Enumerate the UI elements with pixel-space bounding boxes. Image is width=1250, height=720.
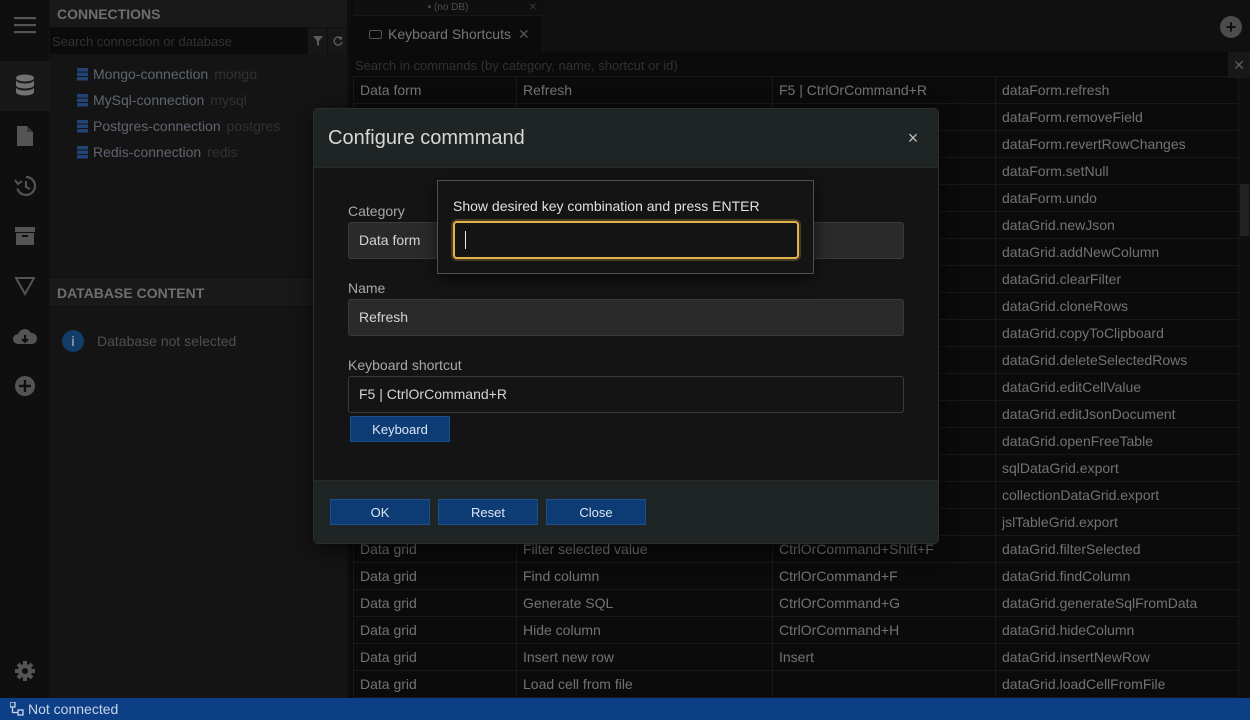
dialog-title: Configure commmand	[328, 126, 525, 149]
key-combination-prompt: Show desired key combination and press E…	[453, 198, 760, 214]
connection-status: Not connected	[28, 701, 119, 717]
reset-button[interactable]: Reset	[438, 499, 538, 525]
ok-button[interactable]: OK	[330, 499, 430, 525]
key-combination-popup: Show desired key combination and press E…	[437, 180, 814, 274]
shortcut-field[interactable]: F5 | CtrlOrCommand+R	[348, 376, 904, 413]
name-field: Refresh	[348, 299, 904, 336]
category-label: Category	[348, 203, 405, 219]
close-icon[interactable]: ×	[902, 128, 924, 149]
close-button[interactable]: Close	[546, 499, 646, 525]
text-caret	[465, 231, 466, 249]
key-combination-input[interactable]	[453, 221, 799, 259]
configure-command-dialog: Configure commmand × Category Data form …	[313, 108, 939, 544]
dialog-header: Configure commmand ×	[314, 109, 938, 168]
name-label: Name	[348, 280, 386, 296]
status-bar: Not connected	[0, 698, 1250, 720]
dialog-footer: OK Reset Close	[314, 480, 938, 543]
keyboard-button[interactable]: Keyboard	[350, 416, 450, 442]
shortcut-label: Keyboard shortcut	[348, 357, 462, 373]
network-icon	[10, 702, 24, 716]
